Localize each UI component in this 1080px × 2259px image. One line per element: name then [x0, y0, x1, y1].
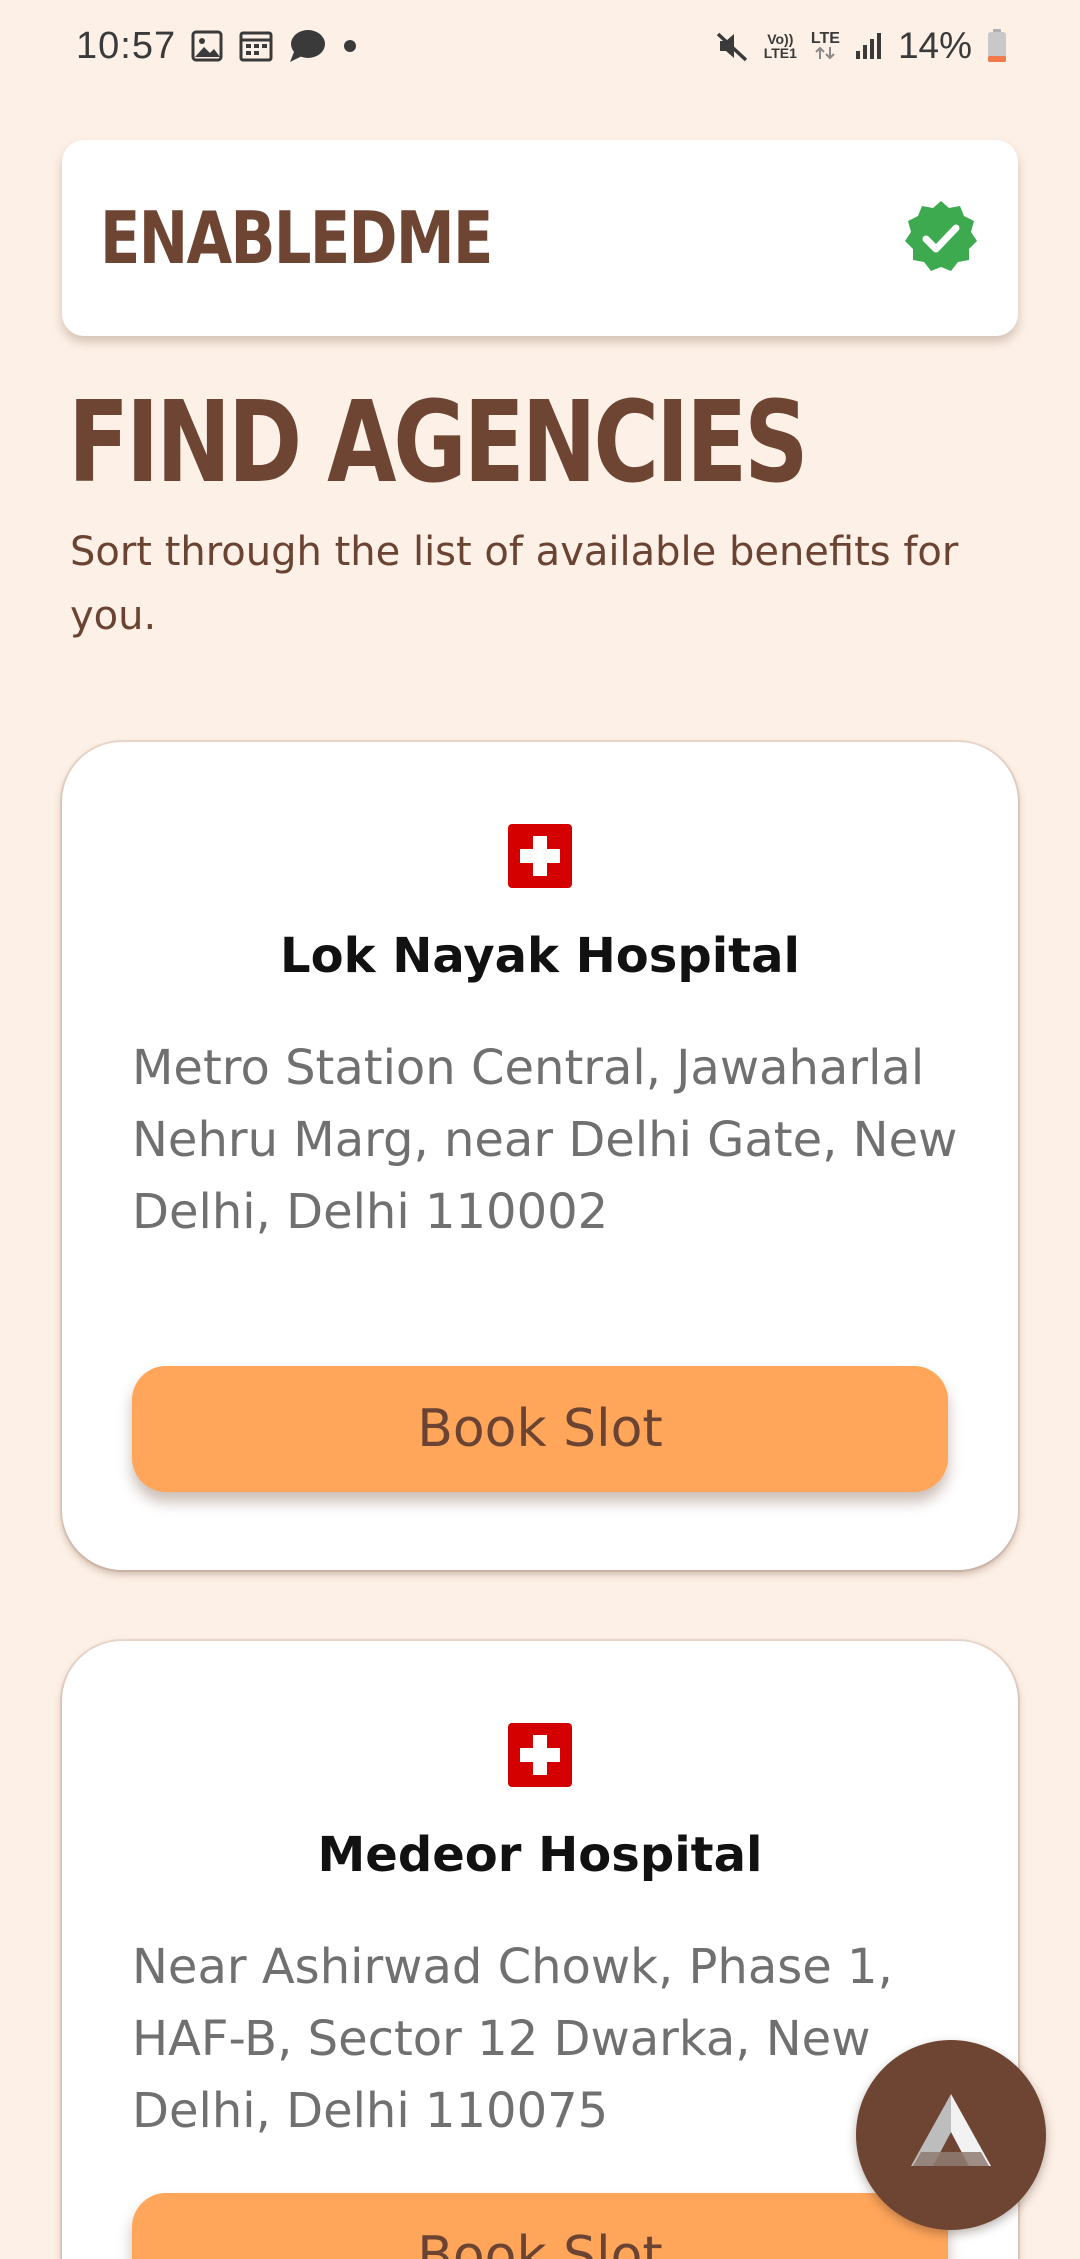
agency-address: Metro Station Central, Jawaharlal Nehru … — [132, 1040, 958, 1240]
hospital-cross-icon — [508, 824, 572, 888]
status-time: 10:57 — [76, 24, 177, 67]
chat-bubble-icon — [288, 28, 326, 64]
brand-logo[interactable]: ENABLEDME — [100, 196, 493, 280]
mute-icon — [714, 28, 750, 64]
battery-icon — [986, 28, 1008, 64]
status-left: 10:57 — [76, 25, 360, 68]
gallery-icon — [190, 29, 224, 63]
app-logo-icon — [891, 2090, 1011, 2180]
verified-badge-icon[interactable] — [902, 199, 980, 277]
app-header: ENABLEDME — [62, 140, 1018, 336]
hospital-cross-icon — [508, 1723, 572, 1787]
status-right: Vo)) LTE1 LTE 14% — [714, 25, 1008, 67]
page-subtitle: Sort through the list of available benef… — [70, 529, 959, 639]
floating-assistant-button[interactable] — [856, 2040, 1046, 2230]
agency-address: Near Ashirwad Chowk, Phase 1, HAF-B, Sec… — [132, 1939, 893, 2139]
book-slot-button[interactable]: Book Slot — [132, 1366, 948, 1492]
status-bar: 10:57 Vo)) LTE1 LTE 14% — [0, 0, 1080, 92]
page-title: FIND AGENCIES — [68, 378, 809, 508]
calendar-icon — [238, 29, 274, 63]
agency-name: Medeor Hospital — [317, 1827, 763, 1883]
book-slot-button[interactable]: Book Slot — [132, 2193, 948, 2259]
battery-percent: 14% — [897, 25, 972, 66]
lte-indicator: LTE — [810, 30, 840, 60]
lte1-label: LTE1 — [763, 45, 797, 61]
lte-label: LTE — [810, 30, 840, 47]
volte-indicator: Vo)) LTE1 — [764, 32, 797, 60]
agency-name: Lok Nayak Hospital — [280, 928, 800, 984]
data-arrows-icon — [815, 46, 836, 60]
signal-icon — [854, 31, 884, 61]
agency-card: Lok Nayak Hospital Metro Station Central… — [62, 742, 1018, 1570]
dot-icon — [340, 36, 360, 56]
volte-label: Vo)) — [767, 31, 794, 47]
